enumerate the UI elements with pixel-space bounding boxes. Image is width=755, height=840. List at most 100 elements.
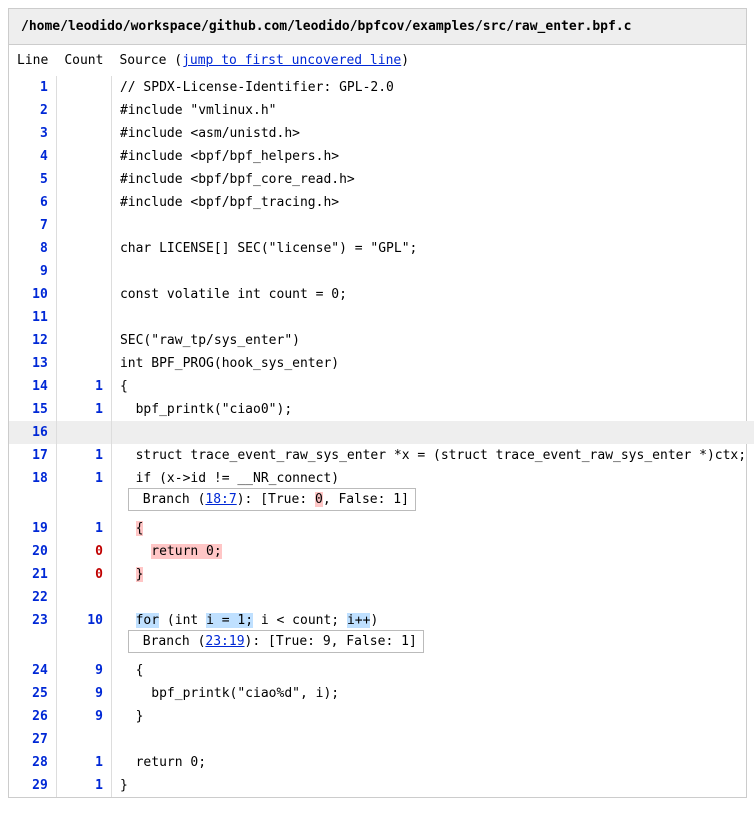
source-row: 6#include <bpf/bpf_tracing.h> bbox=[9, 191, 754, 214]
exec-count bbox=[56, 352, 111, 375]
line-number: 22 bbox=[9, 586, 56, 609]
exec-count: 1 bbox=[56, 751, 111, 774]
source-code: for (int i = 1; i < count; i++) Branch (… bbox=[111, 609, 754, 659]
line-number: 26 bbox=[9, 705, 56, 728]
exec-count: 9 bbox=[56, 705, 111, 728]
source-code: bpf_printk("ciao0"); bbox=[111, 398, 754, 421]
exec-count: 1 bbox=[56, 375, 111, 398]
source-row: 16 bbox=[9, 421, 754, 444]
source-row: 5#include <bpf/bpf_core_read.h> bbox=[9, 168, 754, 191]
source-row: 9 bbox=[9, 260, 754, 283]
source-row: 151 bpf_printk("ciao0"); bbox=[9, 398, 754, 421]
line-number: 19 bbox=[9, 517, 56, 540]
source-row: 11 bbox=[9, 306, 754, 329]
source-code: const volatile int count = 0; bbox=[111, 283, 754, 306]
line-number: 11 bbox=[9, 306, 56, 329]
exec-count bbox=[56, 191, 111, 214]
line-number: 5 bbox=[9, 168, 56, 191]
source-row: 2 #include "vmlinux.h" bbox=[9, 99, 754, 122]
line-number: 18 bbox=[9, 467, 56, 517]
line-number: 1 bbox=[9, 76, 56, 99]
file-path: /home/leodido/workspace/github.com/leodi… bbox=[9, 9, 746, 45]
source-code bbox=[111, 306, 754, 329]
line-number: 8 bbox=[9, 237, 56, 260]
source-code: #include <asm/unistd.h> bbox=[111, 122, 754, 145]
exec-count: 0 bbox=[56, 540, 111, 563]
exec-count bbox=[56, 145, 111, 168]
source-code: #include <bpf/bpf_tracing.h> bbox=[111, 191, 754, 214]
line-number: 24 bbox=[9, 659, 56, 682]
line-number: 23 bbox=[9, 609, 56, 659]
line-number: 13 bbox=[9, 352, 56, 375]
branch-loc-link[interactable]: 23:19 bbox=[205, 634, 244, 649]
exec-count bbox=[56, 283, 111, 306]
exec-count bbox=[56, 168, 111, 191]
exec-count bbox=[56, 76, 111, 99]
jump-uncovered-link[interactable]: jump to first uncovered line bbox=[182, 53, 401, 68]
source-row: 259 bpf_printk("ciao%d", i); bbox=[9, 682, 754, 705]
source-code: struct trace_event_raw_sys_enter *x = (s… bbox=[111, 444, 754, 467]
line-number: 4 bbox=[9, 145, 56, 168]
line-number: 27 bbox=[9, 728, 56, 751]
source-row: 210 } bbox=[9, 563, 754, 586]
source-row: 13 int BPF_PROG(hook_sys_enter) bbox=[9, 352, 754, 375]
exec-count bbox=[56, 586, 111, 609]
source-row: 191 { bbox=[9, 517, 754, 540]
exec-count: 1 bbox=[56, 398, 111, 421]
exec-count: 1 bbox=[56, 444, 111, 467]
source-code bbox=[111, 586, 754, 609]
header-line: Line bbox=[9, 45, 56, 76]
source-code: { bbox=[111, 517, 754, 540]
source-row: 7 bbox=[9, 214, 754, 237]
source-code: #include "vmlinux.h" bbox=[111, 99, 754, 122]
source-code: int BPF_PROG(hook_sys_enter) bbox=[111, 352, 754, 375]
exec-count: 10 bbox=[56, 609, 111, 659]
source-row: 4#include <bpf/bpf_helpers.h> bbox=[9, 145, 754, 168]
branch-box: Branch (23:19): [True: 9, False: 1] bbox=[128, 630, 424, 653]
source-row: 2310 for (int i = 1; i < count; i++) Bra… bbox=[9, 609, 754, 659]
line-number: 2 bbox=[9, 99, 56, 122]
coverage-table: Line Count Source (jump to first uncover… bbox=[9, 45, 754, 797]
line-number: 15 bbox=[9, 398, 56, 421]
source-code bbox=[111, 421, 754, 444]
header-count: Count bbox=[56, 45, 111, 76]
source-row: 181 if (x->id != __NR_connect) Branch (1… bbox=[9, 467, 754, 517]
source-code: { bbox=[111, 375, 754, 398]
source-row: 269 } bbox=[9, 705, 754, 728]
line-number: 17 bbox=[9, 444, 56, 467]
source-row: 249 { bbox=[9, 659, 754, 682]
exec-count bbox=[56, 421, 111, 444]
exec-count: 9 bbox=[56, 659, 111, 682]
header-source: Source (jump to first uncovered line) bbox=[111, 45, 754, 76]
source-row: 200 return 0; bbox=[9, 540, 754, 563]
line-number: 12 bbox=[9, 329, 56, 352]
exec-count bbox=[56, 214, 111, 237]
exec-count bbox=[56, 306, 111, 329]
coverage-report: /home/leodido/workspace/github.com/leodi… bbox=[8, 8, 747, 798]
exec-count bbox=[56, 237, 111, 260]
line-number: 28 bbox=[9, 751, 56, 774]
source-code bbox=[111, 260, 754, 283]
source-code: { bbox=[111, 659, 754, 682]
line-number: 16 bbox=[9, 421, 56, 444]
line-number: 9 bbox=[9, 260, 56, 283]
source-code: } bbox=[111, 774, 754, 797]
source-code: } bbox=[111, 705, 754, 728]
exec-count bbox=[56, 728, 111, 751]
line-number: 29 bbox=[9, 774, 56, 797]
exec-count bbox=[56, 329, 111, 352]
source-row: 1 // SPDX-License-Identifier: GPL-2.0 bbox=[9, 76, 754, 99]
line-number: 10 bbox=[9, 283, 56, 306]
exec-count bbox=[56, 99, 111, 122]
branch-loc-link[interactable]: 18:7 bbox=[205, 492, 236, 507]
source-code bbox=[111, 214, 754, 237]
source-code: // SPDX-License-Identifier: GPL-2.0 bbox=[111, 76, 754, 99]
source-row: 27 bbox=[9, 728, 754, 751]
source-row: 22 bbox=[9, 586, 754, 609]
source-row: 3#include <asm/unistd.h> bbox=[9, 122, 754, 145]
source-row: 10 const volatile int count = 0; bbox=[9, 283, 754, 306]
source-code: char LICENSE[] SEC("license") = "GPL"; bbox=[111, 237, 754, 260]
exec-count bbox=[56, 260, 111, 283]
line-number: 25 bbox=[9, 682, 56, 705]
source-row: 291} bbox=[9, 774, 754, 797]
